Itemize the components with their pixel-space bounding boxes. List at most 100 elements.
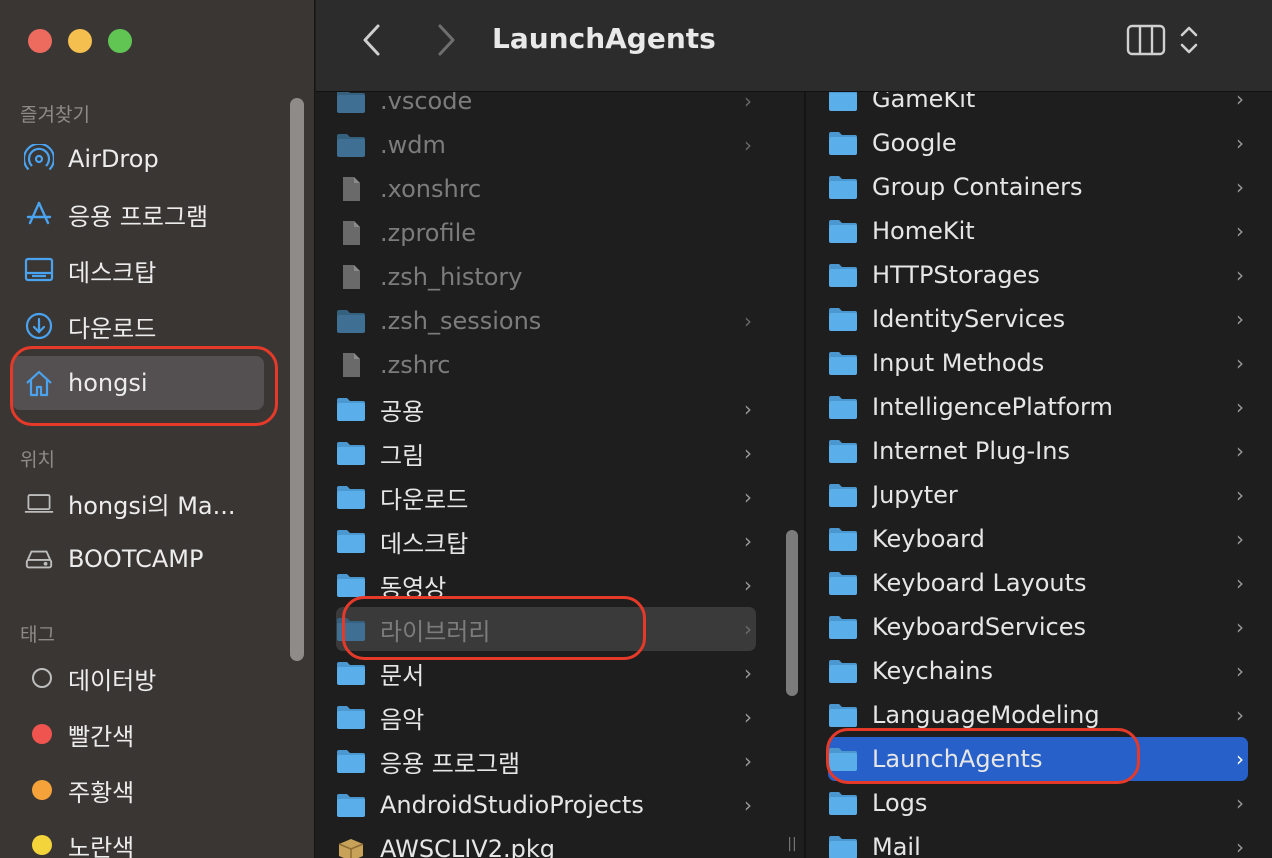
folder-row[interactable]: Keychains › (828, 649, 1248, 693)
file-row[interactable]: 라이브러리 › (336, 607, 756, 651)
sidebar-scrollbar[interactable] (290, 98, 304, 661)
folder-row-label: LanguageModeling (872, 701, 1100, 729)
zoom-button[interactable] (108, 29, 132, 53)
folder-row[interactable]: Input Methods › (828, 341, 1248, 385)
desktop-icon (24, 255, 54, 285)
forward-button[interactable] (428, 22, 464, 58)
sidebar-item-macbook[interactable]: hongsi의 Ma... (12, 476, 264, 530)
file-row[interactable]: .zshrc (336, 343, 756, 387)
file-row[interactable]: AndroidStudioProjects › (336, 783, 756, 827)
sidebar-item-downloads[interactable]: 다운로드 (12, 299, 264, 353)
file-row[interactable]: 문서 › (336, 651, 756, 695)
chevron-right-icon: › (1236, 527, 1244, 551)
folder-icon (828, 92, 858, 112)
column-view-button[interactable] (1126, 24, 1166, 56)
folder-row[interactable]: Logs › (828, 781, 1248, 825)
folder-row[interactable]: Google › (828, 121, 1248, 165)
file-row[interactable]: AWSCLIV2.pkg (336, 827, 756, 858)
chevron-right-icon: › (1236, 219, 1244, 243)
folder-row-label: LaunchAgents (872, 745, 1043, 773)
folder-row[interactable]: HTTPStorages › (828, 253, 1248, 297)
column-home-scrollbar[interactable] (786, 530, 798, 696)
file-row-label: .wdm (380, 131, 446, 159)
favorites-section-title: 즐겨찾기 (20, 104, 90, 126)
tag-empty-icon (24, 663, 54, 693)
folder-row-label: Mail (872, 833, 921, 858)
chevron-right-icon: › (744, 92, 752, 113)
file-row[interactable]: .zprofile (336, 211, 756, 255)
columns-icon (1126, 24, 1166, 56)
folder-icon (828, 438, 858, 464)
folder-row-label: Logs (872, 789, 928, 817)
file-icon (336, 176, 366, 202)
minimize-button[interactable] (68, 29, 92, 53)
folder-icon (828, 130, 858, 156)
chevron-right-icon: › (1236, 439, 1244, 463)
folder-row-label: Keyboard (872, 525, 985, 553)
sidebar-tag-orange[interactable]: 주황색 (12, 763, 264, 817)
sidebar-item-home[interactable]: hongsi (12, 356, 264, 410)
folder-icon (336, 704, 366, 730)
folder-row[interactable]: KeyboardServices › (828, 605, 1248, 649)
sidebar-tag-data[interactable]: 데이터방 (12, 651, 264, 705)
sidebar-tag-red[interactable]: 빨간색 (12, 707, 264, 761)
file-row[interactable]: 그림 › (336, 431, 756, 475)
file-row[interactable]: .zsh_sessions › (336, 299, 756, 343)
file-row[interactable]: 동영상 › (336, 563, 756, 607)
sidebar-tag-yellow[interactable]: 노란색 (12, 818, 264, 858)
chevron-right-icon: › (1236, 307, 1244, 331)
folder-icon (336, 484, 366, 510)
folder-icon (828, 482, 858, 508)
file-row[interactable]: 공용 › (336, 387, 756, 431)
file-row[interactable]: 응용 프로그램 › (336, 739, 756, 783)
package-icon (336, 836, 366, 858)
folder-row-label: Keyboard Layouts (872, 569, 1087, 597)
file-row[interactable]: 다운로드 › (336, 475, 756, 519)
sidebar-item-label: hongsi (68, 369, 148, 397)
sidebar-item-desktop[interactable]: 데스크탑 (12, 243, 264, 297)
file-row[interactable]: .wdm › (336, 123, 756, 167)
sidebar-item-label: hongsi의 Ma... (68, 491, 236, 520)
sidebar-item-airdrop[interactable]: AirDrop (12, 132, 264, 186)
sidebar-item-applications[interactable]: 응용 프로그램 (12, 187, 264, 241)
file-row[interactable]: 데스크탑 › (336, 519, 756, 563)
laptop-icon (24, 488, 54, 518)
chevron-right-icon: › (744, 661, 752, 685)
tag-orange-icon (24, 775, 54, 805)
folder-row[interactable]: GameKit › (828, 92, 1248, 121)
folder-row[interactable]: Internet Plug-Ins › (828, 429, 1248, 473)
file-row-label: 그림 (380, 441, 425, 470)
file-row[interactable]: .zsh_history (336, 255, 756, 299)
folder-row-label: Input Methods (872, 349, 1045, 377)
folder-row[interactable]: IdentityServices › (828, 297, 1248, 341)
sidebar-item-label: 다운로드 (68, 314, 157, 343)
chevron-right-icon: › (1236, 571, 1244, 595)
close-button[interactable] (28, 29, 52, 53)
file-row[interactable]: .xonshrc (336, 167, 756, 211)
folder-row[interactable]: LaunchAgents › (828, 737, 1248, 781)
chevron-right-icon: › (1236, 263, 1244, 287)
folder-row-label: KeyboardServices (872, 613, 1087, 641)
chevron-right-icon: › (744, 793, 752, 817)
folder-row[interactable]: Keyboard › (828, 517, 1248, 561)
folder-icon (336, 132, 366, 158)
folder-row[interactable]: HomeKit › (828, 209, 1248, 253)
column-home: .vscode › .wdm › .xonshrc .zprofile .zsh_histo… (316, 92, 804, 858)
tags-section-title: 태그 (20, 624, 55, 646)
folder-row[interactable]: Group Containers › (828, 165, 1248, 209)
folder-row[interactable]: LanguageModeling › (828, 693, 1248, 737)
folder-row[interactable]: IntelligencePlatform › (828, 385, 1248, 429)
column-resize-handle[interactable]: || (786, 836, 798, 854)
view-options-button[interactable] (1178, 22, 1200, 58)
folder-row[interactable]: Keyboard Layouts › (828, 561, 1248, 605)
sidebar-item-bootcamp[interactable]: BOOTCAMP (12, 532, 264, 586)
file-row[interactable]: .vscode › (336, 92, 756, 123)
folder-row[interactable]: Jupyter › (828, 473, 1248, 517)
file-row-label: .zprofile (380, 219, 477, 247)
file-row-label: AndroidStudioProjects (380, 791, 644, 819)
back-button[interactable] (354, 22, 390, 58)
file-row[interactable]: 음악 › (336, 695, 756, 739)
folder-row-label: Group Containers (872, 173, 1083, 201)
applications-icon (24, 199, 54, 229)
folder-row[interactable]: Mail › (828, 825, 1248, 858)
